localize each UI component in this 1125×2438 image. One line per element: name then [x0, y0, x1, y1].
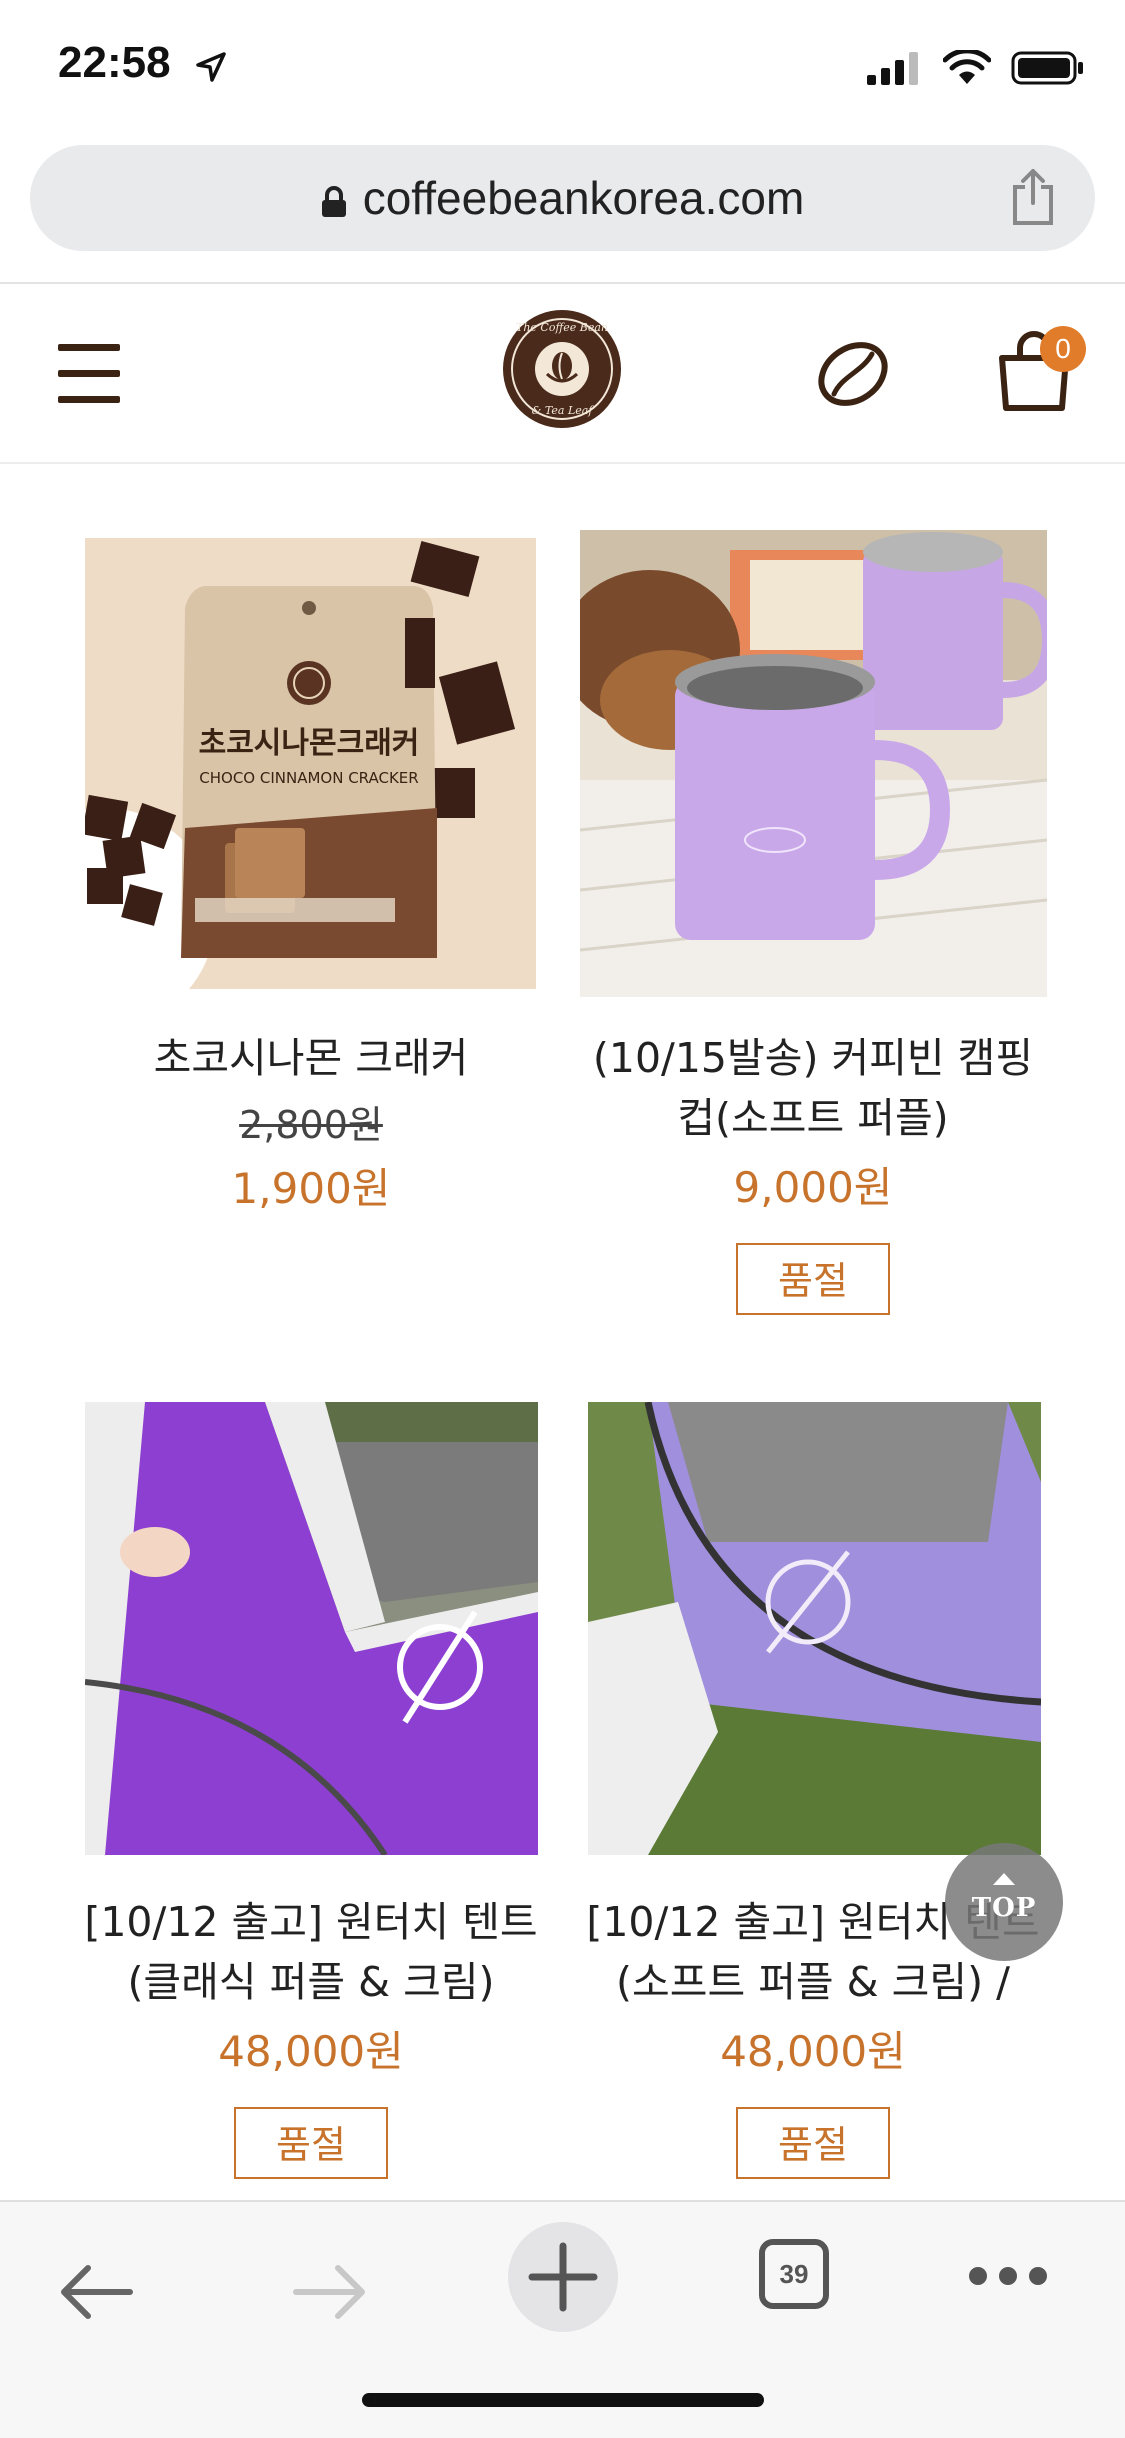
- tent-photo: [85, 1402, 538, 1855]
- product-name[interactable]: (10/15발송) 커피빈 캠핑: [563, 1028, 1063, 1088]
- scroll-to-top-button[interactable]: TOP: [945, 1843, 1063, 1961]
- up-arrow-icon: [993, 1873, 1015, 1885]
- status-time: 22:58: [58, 38, 171, 87]
- url-display[interactable]: coffeebeankorea.com: [30, 171, 1095, 225]
- signal-icon: [867, 52, 918, 85]
- soldout-badge: 품절: [736, 2107, 890, 2179]
- home-indicator[interactable]: [362, 2393, 764, 2407]
- soldout-badge: 품절: [234, 2107, 388, 2179]
- product-name-line2[interactable]: 컵(소프트 퍼플): [563, 1088, 1063, 1148]
- back-arrow-icon[interactable]: [58, 2262, 134, 2322]
- new-tab-button[interactable]: [508, 2222, 618, 2332]
- location-arrow-icon: [196, 52, 226, 82]
- sale-price: 48,000원: [218, 2027, 404, 2076]
- product-name[interactable]: [10/12 출고] 원터치 텐트: [61, 1892, 561, 1952]
- url-text: coffeebeankorea.com: [362, 172, 805, 224]
- svg-text:The Coffee Bean: The Coffee Bean: [516, 321, 608, 334]
- hamburger-menu-icon[interactable]: [58, 344, 120, 404]
- package-subtitle: CHOCO CINNAMON CRACKER: [199, 769, 418, 787]
- product-image[interactable]: [580, 530, 1047, 997]
- tent-photo: [588, 1402, 1041, 1855]
- lock-icon: [321, 185, 346, 217]
- soldout-badge: 품절: [736, 1243, 890, 1315]
- tab-count: 39: [779, 2259, 809, 2289]
- address-bar[interactable]: coffeebeankorea.com: [30, 145, 1095, 251]
- sale-price: 1,900원: [231, 1164, 391, 1213]
- original-price: 2,800원: [239, 1103, 383, 1147]
- sale-price: 48,000원: [720, 2027, 906, 2076]
- top-label: TOP: [971, 1893, 1037, 1923]
- package-title: 초코시나몬크래커: [199, 726, 420, 761]
- forward-arrow-icon[interactable]: [292, 2262, 368, 2322]
- product-image[interactable]: 초코시나몬크래커 CHOCO CINNAMON CRACKER: [85, 538, 536, 989]
- cart-count-badge[interactable]: 0: [1040, 326, 1086, 372]
- battery-icon: [1011, 51, 1083, 85]
- site-header: The Coffee Bean & Tea Leaf: [0, 284, 1125, 462]
- sale-price: 9,000원: [733, 1163, 893, 1212]
- product-name-line2[interactable]: (클래식 퍼플 & 크림): [61, 1952, 561, 2012]
- tabs-icon[interactable]: 39: [759, 2239, 829, 2309]
- product-image[interactable]: [588, 1402, 1041, 1855]
- product-name-line2[interactable]: (소프트 퍼플 & 크림) /: [563, 1952, 1063, 2012]
- status-bar: 22:58: [0, 0, 1125, 140]
- product-card[interactable]: [10/12 출고] 원터치 텐트 (클래식 퍼플 & 크림) 48,000원 …: [61, 1892, 561, 2179]
- product-card[interactable]: (10/15발송) 커피빈 캠핑 컵(소프트 퍼플) 9,000원 품절: [563, 1028, 1063, 1315]
- share-icon[interactable]: [1011, 167, 1055, 227]
- mug-photo: [580, 530, 1047, 997]
- cracker-photo: 초코시나몬크래커 CHOCO CINNAMON CRACKER: [85, 538, 536, 989]
- product-image[interactable]: [85, 1402, 538, 1855]
- svg-text:& Tea Leaf: & Tea Leaf: [532, 404, 595, 417]
- brand-logo[interactable]: The Coffee Bean & Tea Leaf: [501, 308, 623, 430]
- product-card[interactable]: 초코시나몬 크래커 2,800원 1,900원: [61, 1028, 561, 1216]
- divider: [0, 462, 1125, 464]
- coffee-bean-icon[interactable]: [812, 336, 894, 412]
- new-tab-plus-icon: [528, 2242, 598, 2312]
- wifi-icon: [943, 50, 991, 84]
- more-icon[interactable]: [966, 2264, 1050, 2288]
- product-name[interactable]: 초코시나몬 크래커: [61, 1028, 561, 1088]
